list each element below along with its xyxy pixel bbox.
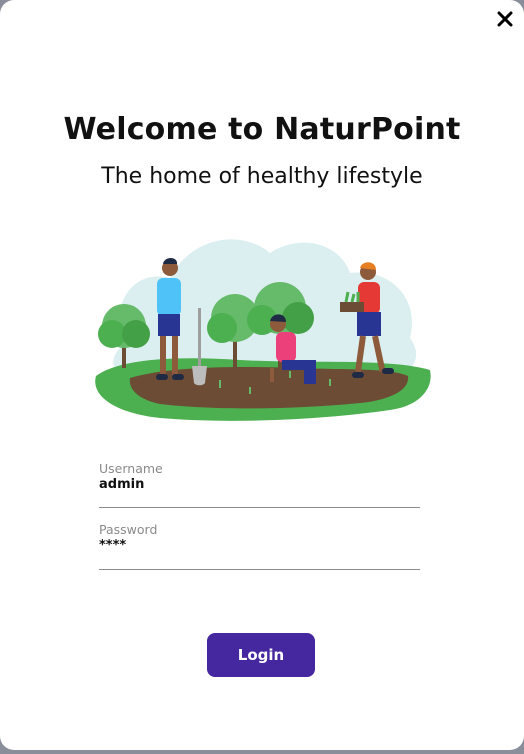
username-label: Username [99,461,163,476]
close-button[interactable] [494,8,516,30]
username-field[interactable]: Username admin [99,460,420,508]
login-button[interactable]: Login [207,633,315,677]
password-field[interactable]: Password **** [99,521,420,570]
password-label: Password [99,522,158,537]
close-icon [497,11,513,27]
password-input[interactable]: **** [99,538,420,553]
login-modal: Welcome to NaturPoint The home of health… [0,0,524,750]
username-input[interactable]: admin [99,477,420,492]
page-title: Welcome to NaturPoint [63,112,461,147]
gardening-illustration [95,239,431,421]
page-subtitle: The home of healthy lifestyle [101,164,423,189]
